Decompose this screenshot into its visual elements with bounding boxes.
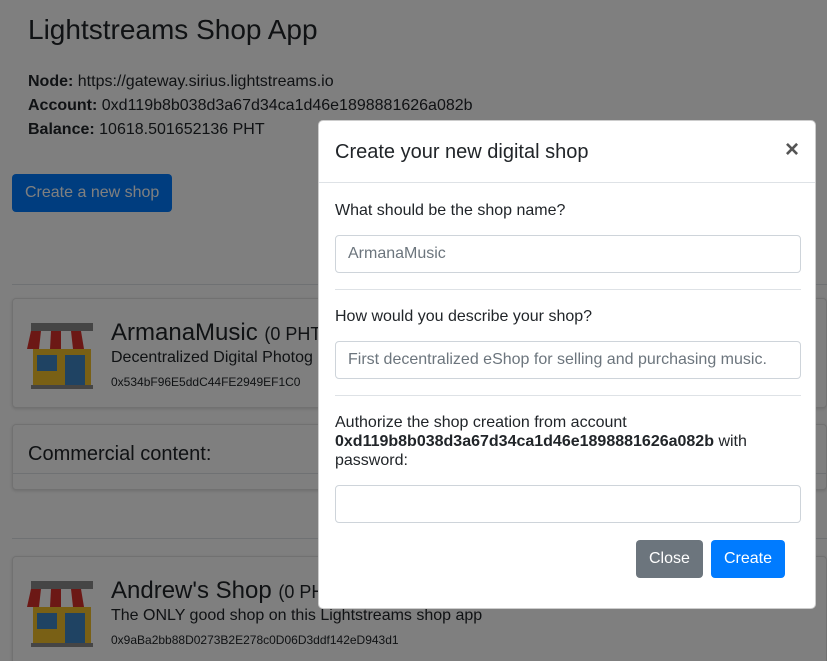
shop-description-input[interactable] bbox=[335, 341, 801, 379]
authorize-account: 0xd119b8b038d3a67d34ca1d46e1898881626a08… bbox=[335, 433, 714, 450]
create-button[interactable]: Create bbox=[711, 540, 786, 578]
form-divider bbox=[335, 289, 801, 290]
close-icon[interactable]: × bbox=[785, 138, 799, 162]
modal-header: Create your new digital shop × bbox=[319, 121, 815, 183]
shop-description-label: How would you describe your shop? bbox=[335, 308, 593, 325]
authorize-label: Authorize the shop creation from account… bbox=[335, 413, 805, 470]
create-shop-modal: Create your new digital shop × What shou… bbox=[318, 120, 816, 609]
password-input[interactable] bbox=[335, 485, 801, 523]
close-button[interactable]: Close bbox=[636, 540, 703, 578]
modal-title: Create your new digital shop bbox=[335, 141, 589, 163]
shop-name-input[interactable] bbox=[335, 235, 801, 273]
shop-name-label: What should be the shop name? bbox=[335, 202, 566, 219]
authorize-prefix: Authorize the shop creation from account bbox=[335, 414, 627, 431]
form-divider bbox=[335, 395, 801, 396]
